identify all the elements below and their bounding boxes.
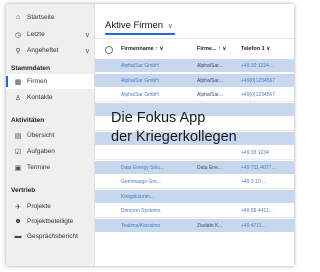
overlay-line-1: Die Fokus App [111,110,206,126]
table-cell: Teatima/Keissimo [121,222,161,229]
overlay-line-2: der Kriegerkollegen [111,129,237,145]
grid-header: Firmenname ↑ ∨ Firme... ↑ ∨ Telefon 1 ∨ [95,38,294,60]
sidebar-item-label: Kontakte [27,94,53,101]
sidebar-item-letzte[interactable]: ◷ Letzte ∨ [6,27,94,42]
table-row[interactable]: Alpha/Sar GmbH Alpha/Sar... +49 30 1234... [95,59,294,72]
view-title-underline [105,33,175,35]
section-title-vertrieb: Vertrieb [11,187,36,194]
sidebar-item-projekte[interactable]: ✈ Projekte [6,199,94,214]
table-row[interactable]: Data Energy Solu... Data Ene... +49 711 40… [95,160,294,174]
table-cell: Knegsklamm... [121,193,155,200]
table-cell: Alpha/Sar... [197,63,223,69]
main-content: Aktive Firmen ∨ Firmenname ↑ ∨ Firme... … [95,4,294,266]
column-header-firme[interactable]: Firme... ↑ ∨ [197,46,226,52]
column-header-firmenname[interactable]: Firmenname ↑ ∨ [121,46,164,52]
table-row[interactable]: +49 33 1234 [95,146,294,160]
section-title-aktivitaeten: Aktivitäten [11,117,45,124]
table-cell: Data Energy Solu... [121,164,165,171]
table-cell: Gemmauge Gm... [121,179,161,185]
sidebar: ⌂ Startseite ◷ Letzte ∨ ⚲ Angeheftet ∨ S… [6,4,95,266]
sidebar-item-label: Gesprächsbericht [27,233,78,240]
table-cell: +49 30 1234... [241,63,274,69]
sidebar-item-label: Letzte [27,31,45,38]
chevron-down-icon[interactable]: ∨ [85,31,90,39]
rocket-icon: ✈ [15,203,21,211]
sidebar-item-label: Aufgaben [27,148,55,155]
table-cell: +49 4711... [241,222,266,229]
table-row[interactable]: Alpha/Sar GmbH Alpha/Sar... +49(0)1234567 [95,73,294,87]
table-cell: Alpha/Sar GmbH [121,77,159,84]
home-icon: ⌂ [15,14,21,21]
building-icon: ▦ [14,78,22,86]
table-cell: Dimoron Systems [121,208,161,214]
overlay-caption: Die Fokus App der Kriegerkollegen [111,109,237,147]
table-cell: Ziadafe K... [197,222,223,229]
sidebar-item-aufgaben[interactable]: ☑ Aufgaben [6,144,94,159]
calendar-icon: ▣ [14,164,22,172]
table-cell: Alpha/Sar GmbH [121,63,159,69]
table-cell: Data Ene... [197,164,223,171]
sidebar-item-label: Projektbeteiligte [27,218,74,225]
table-cell: +49 3 10 ... [241,179,267,185]
sidebar-item-label: Übersicht [27,132,55,139]
table-cell: Alpha/Sar... [197,77,223,84]
pin-icon: ⚲ [15,47,21,55]
overview-icon: ▤ [14,132,22,140]
table-cell: +49(0)1234567 [241,77,276,84]
table-row[interactable]: Alpha/Sar GmbH Alpha/Sar... +49(0)1234567 [95,88,294,102]
chevron-down-icon: ∨ [167,23,173,30]
table-cell: +49 711 4077... [241,164,276,171]
sidebar-item-label: Projekte [27,203,51,210]
table-row[interactable]: Knegsklamm... [95,189,294,203]
clock-icon: ◷ [14,31,22,39]
table-cell: +49 33 1234 [241,150,269,156]
sidebar-item-label: Angeheftet [27,47,59,54]
sidebar-item-startseite[interactable]: ⌂ Startseite [6,10,94,25]
chevron-down-icon[interactable]: ∨ [85,47,90,55]
briefcase-icon: ▬ [14,233,22,240]
view-selector[interactable]: Aktive Firmen ∨ [105,20,173,31]
view-title: Aktive Firmen [105,20,164,31]
select-all-radio[interactable] [105,46,113,54]
people-icon: ☻ [14,218,22,225]
sidebar-item-termine[interactable]: ▣ Termine [6,160,94,175]
sidebar-item-kontakte[interactable]: ♙ Kontakte [6,90,94,105]
sidebar-item-uebersicht[interactable]: ▤ Übersicht [6,128,94,143]
table-row[interactable]: Dimoron Systems +49 89 4411... [95,204,294,218]
table-cell: +49(0)1234567 [241,92,276,98]
section-title-stammdaten: Stammdaten [11,65,51,72]
sidebar-item-firmen[interactable]: ▦ Firmen [6,74,94,89]
checkbox-task-icon: ☑ [14,148,22,156]
sidebar-item-label: Startseite [27,14,55,21]
sidebar-item-label: Firmen [27,78,48,85]
table-row[interactable]: Gemmauge Gm... +49 3 10 ... [95,175,294,189]
sidebar-item-projektbeteiligte[interactable]: ☻ Projektbeteiligte [6,214,94,229]
sidebar-item-angeheftet[interactable]: ⚲ Angeheftet ∨ [6,43,94,58]
sidebar-item-label: Termine [27,164,51,171]
sidebar-item-gespraechsbericht[interactable]: ▬ Gesprächsbericht [6,229,94,244]
table-cell: +49 89 4411... [241,208,273,214]
table-row[interactable]: Teatima/Keissimo Ziadafe K... +49 4711... [95,218,294,232]
table-cell: Alpha/Sar... [197,92,223,98]
table-cell: Alpha/Sar GmbH [121,92,159,98]
column-header-telefon[interactable]: Telefon 1 ∨ [241,46,270,52]
app-window: ⌂ Startseite ◷ Letzte ∨ ⚲ Angeheftet ∨ S… [6,4,294,266]
person-icon: ♙ [14,94,22,102]
